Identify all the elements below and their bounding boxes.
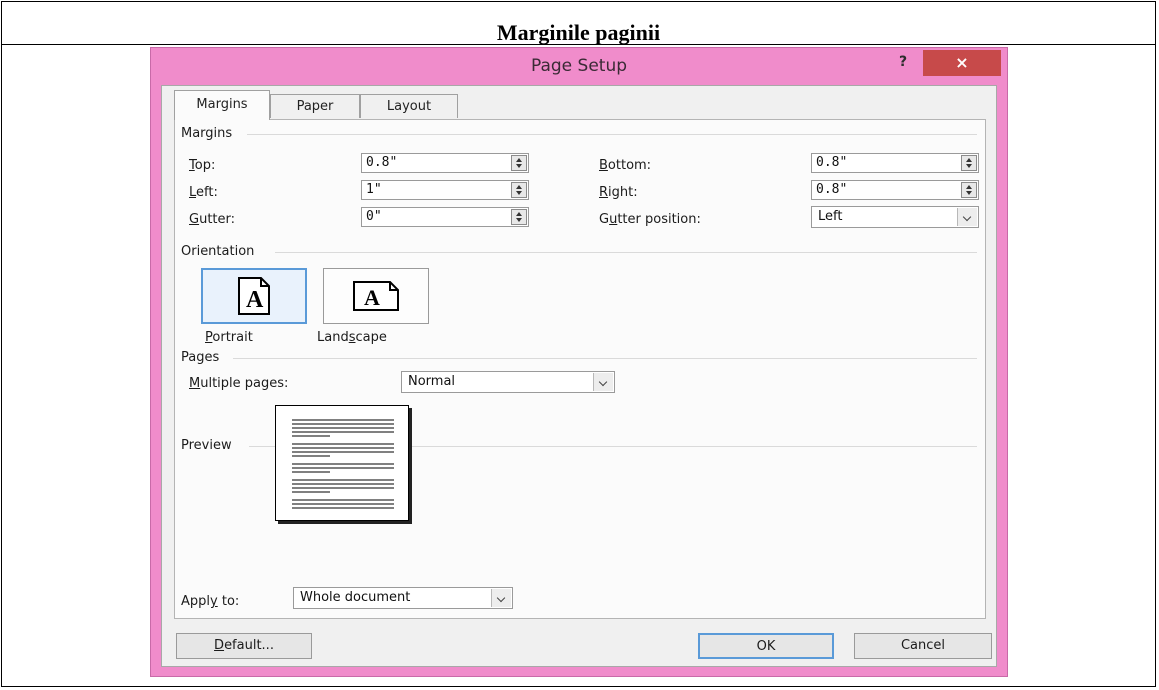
chevron-down-icon[interactable] <box>957 208 977 226</box>
top-margin-spinner[interactable]: 0.8" <box>361 153 529 173</box>
multiple-pages-combo[interactable]: Normal <box>401 371 615 393</box>
margins-section-label: Margins <box>181 126 233 141</box>
gutter-position-label: Gutter position: <box>599 212 701 227</box>
tab-layout[interactable]: Layout <box>360 94 458 118</box>
multiple-pages-label: Multiple pages: <box>189 376 289 391</box>
bottom-label: Bottom: <box>599 158 652 173</box>
gutter-label-text: utter: <box>199 212 236 227</box>
apply-to-label-text: to: <box>217 594 240 609</box>
right-label: Right: <box>599 185 638 200</box>
preview-text-lines <box>292 419 394 509</box>
apply-to-label: Apply to: <box>181 594 240 609</box>
landscape-label-text: cape <box>355 330 387 345</box>
tab-paper[interactable]: Paper <box>270 94 360 118</box>
apply-to-combo[interactable]: Whole document <box>293 587 513 609</box>
left-margin-spinner[interactable]: 1" <box>361 180 529 200</box>
spin-up-down-icon[interactable] <box>511 182 527 198</box>
default-button-text: efault... <box>224 638 274 653</box>
spin-up-down-icon[interactable] <box>511 155 527 171</box>
ok-button[interactable]: OK <box>698 633 834 659</box>
spin-up-down-icon[interactable] <box>961 155 977 171</box>
left-label: Left: <box>189 185 218 200</box>
spin-up-down-icon[interactable] <box>511 209 527 225</box>
margins-tab-panel: Margins Top: 0.8" Bottom: 0.8" Left: 1" … <box>174 119 986 619</box>
orientation-section-label: Orientation <box>181 244 255 259</box>
gutter-value: 0" <box>366 209 382 224</box>
bottom-margin-value: 0.8" <box>816 155 848 170</box>
landscape-button[interactable]: A <box>323 268 429 324</box>
bottom-label-text: ottom: <box>607 158 652 173</box>
orientation-section-divider <box>275 252 977 253</box>
portrait-page-icon: A <box>238 277 270 315</box>
preview-page <box>275 405 409 521</box>
chevron-down-icon[interactable] <box>491 589 511 607</box>
multiple-pages-label-text: ultiple pages: <box>200 376 289 391</box>
pages-section-divider <box>233 358 977 359</box>
document-header-cell: Marginile paginii <box>2 2 1155 45</box>
right-label-text: ight: <box>608 185 638 200</box>
landscape-page-icon: A <box>353 281 399 311</box>
apply-to-value: Whole document <box>300 590 411 605</box>
bottom-margin-spinner[interactable]: 0.8" <box>811 153 979 173</box>
gutter-position-combo[interactable]: Left <box>811 206 979 228</box>
top-margin-value: 0.8" <box>366 155 398 170</box>
spin-up-down-icon[interactable] <box>961 182 977 198</box>
portrait-label: Portrait <box>205 330 253 345</box>
chevron-down-icon[interactable] <box>593 373 613 391</box>
top-label: Top: <box>189 158 216 173</box>
close-button[interactable]: × <box>923 50 1001 76</box>
gutter-position-value: Left <box>818 209 843 224</box>
tab-margins[interactable]: Margins <box>174 90 270 120</box>
page-setup-dialog: Page Setup ? × Margins Paper Layout Marg… <box>150 47 1008 677</box>
right-margin-value: 0.8" <box>816 182 848 197</box>
portrait-label-text: ortrait <box>212 330 253 345</box>
top-label-text: op: <box>194 158 216 173</box>
left-label-text: eft: <box>196 185 218 200</box>
default-button[interactable]: Default... <box>176 633 312 659</box>
pages-section-label: Pages <box>181 350 220 365</box>
gutter-position-label-text: tter position: <box>617 212 701 227</box>
dialog-title: Page Setup <box>530 56 628 76</box>
left-margin-value: 1" <box>366 182 382 197</box>
portrait-button[interactable]: A <box>201 268 307 324</box>
cancel-button[interactable]: Cancel <box>854 633 992 659</box>
preview-section-label: Preview <box>181 438 232 453</box>
gutter-label: Gutter: <box>189 212 236 227</box>
gutter-spinner[interactable]: 0" <box>361 207 529 227</box>
svg-text:A: A <box>364 285 380 310</box>
right-margin-spinner[interactable]: 0.8" <box>811 180 979 200</box>
landscape-label: Landscape <box>317 330 387 345</box>
margins-section-divider <box>247 134 977 135</box>
svg-text:A: A <box>246 287 264 313</box>
document-header-title: Marginile paginii <box>496 20 661 45</box>
dialog-client-area: Margins Paper Layout Margins Top: 0.8" B… <box>161 85 997 667</box>
multiple-pages-value: Normal <box>408 374 456 389</box>
help-button[interactable]: ? <box>893 52 913 72</box>
